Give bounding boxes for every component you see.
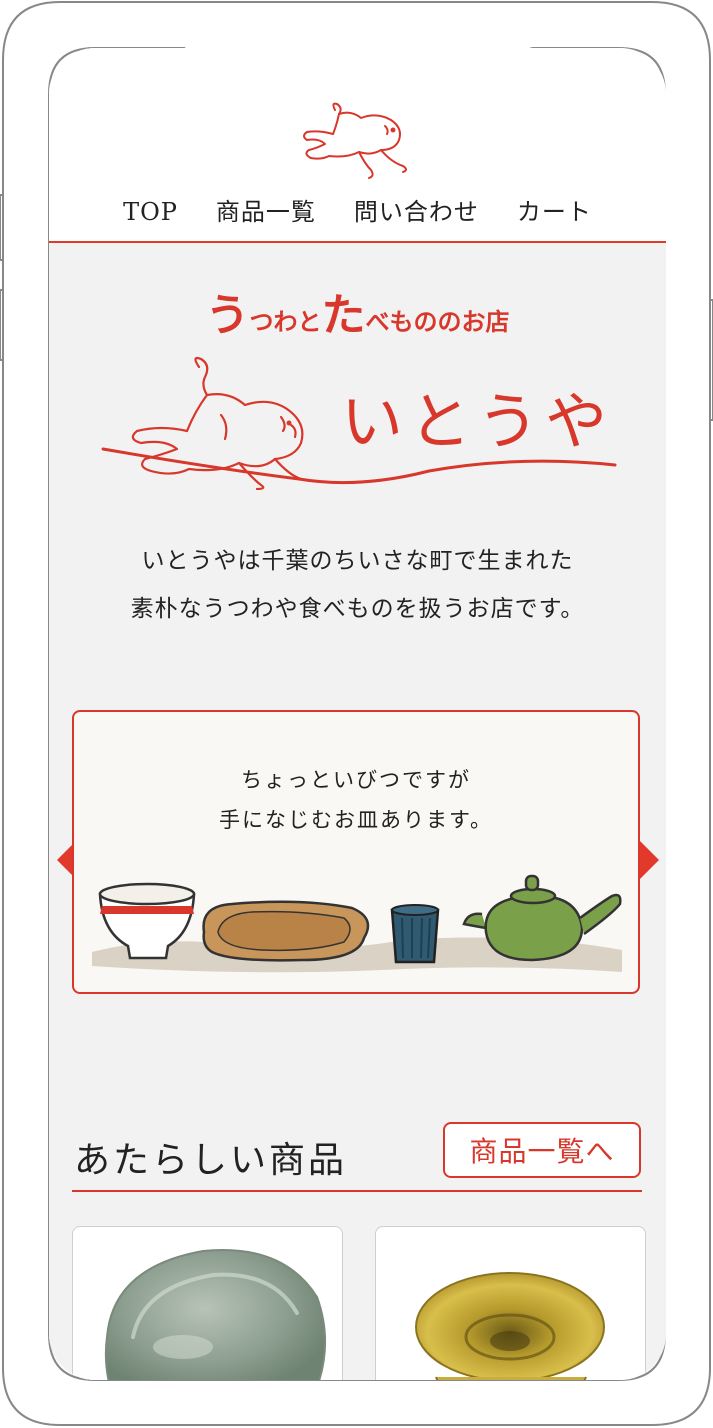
site-header: TOP 商品一覧 問い合わせ カート <box>49 48 666 243</box>
section-divider <box>72 1190 642 1192</box>
global-nav: TOP 商品一覧 問い合わせ カート <box>49 194 666 230</box>
catch-char: う <box>205 290 250 341</box>
section-title-new-products: あたらしい商品 <box>74 1140 348 1181</box>
nav-item-top[interactable]: TOP <box>123 194 178 230</box>
running-dog-icon[interactable] <box>299 100 414 184</box>
cup-icon <box>390 904 440 964</box>
catch-text: べもののお店 <box>365 308 510 336</box>
featured-banner[interactable]: ちょっといびつですが 手になじむお皿あります。 <box>72 710 640 994</box>
product-image-plate <box>104 1249 327 1380</box>
hero-swoosh-line <box>101 447 617 485</box>
main-content: うつわとたべもののお店 いとうや いとうやは千葉のちいさな町で生まれた 素朴なう… <box>49 243 666 1380</box>
plate-icon <box>202 900 370 962</box>
screen: TOP 商品一覧 問い合わせ カート うつわとたべもののお店 いとうや いとうや… <box>49 48 666 1380</box>
nav-item-products[interactable]: 商品一覧 <box>216 194 316 230</box>
intro-text: いとうやは千葉のちいさな町で生まれた 素朴なうつわや食べものを扱うお店です。 <box>49 537 666 633</box>
catch-char: た <box>321 290 366 341</box>
product-card[interactable] <box>375 1226 646 1380</box>
hero-catchphrase: うつわとたべもののお店 <box>49 279 666 343</box>
view-all-products-button[interactable]: 商品一覧へ <box>443 1122 641 1178</box>
tableware-illustration <box>92 874 622 973</box>
banner-copy: ちょっといびつですが 手になじむお皿あります。 <box>74 760 638 840</box>
product-image-bowl <box>415 1272 605 1380</box>
banner-line: 手になじむお皿あります。 <box>219 808 493 832</box>
product-card[interactable] <box>72 1226 343 1380</box>
catch-text: つわと <box>249 308 322 336</box>
banner-line: ちょっといびつですが <box>241 768 471 792</box>
intro-line: いとうやは千葉のちいさな町で生まれた <box>141 548 574 574</box>
nav-item-cart[interactable]: カート <box>517 194 592 230</box>
nav-item-contact[interactable]: 問い合わせ <box>354 194 479 230</box>
intro-line: 素朴なうつわや食べものを扱うお店です。 <box>130 596 585 622</box>
